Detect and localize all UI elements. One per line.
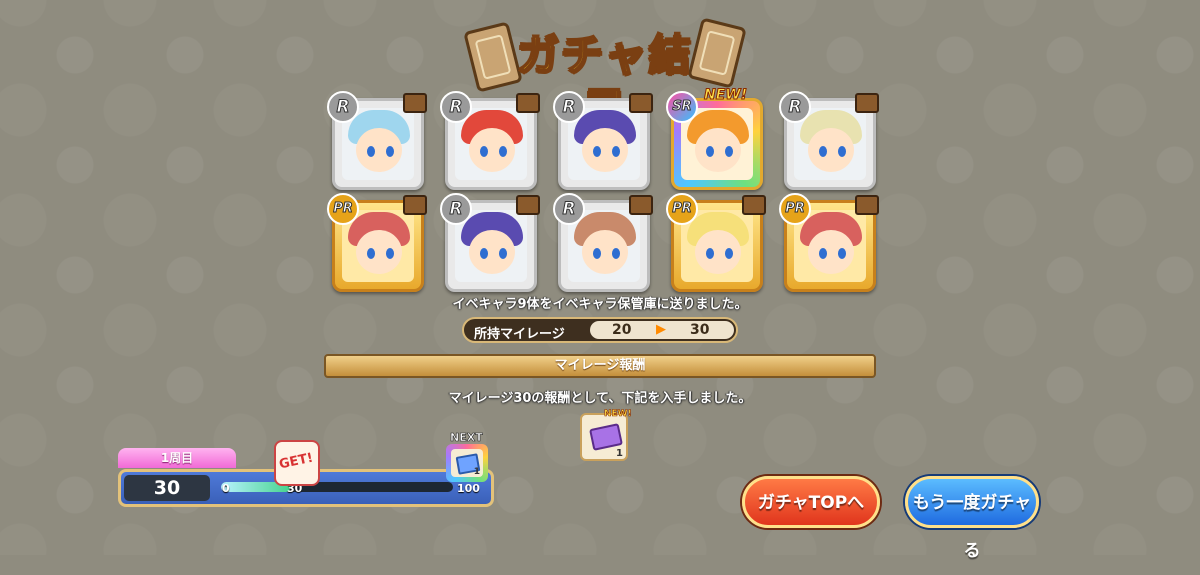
progress-track	[221, 482, 453, 492]
get-badge: GET!	[274, 440, 320, 486]
face-shape	[582, 230, 628, 274]
next-reward[interactable]: 1	[446, 444, 488, 482]
mileage-values: 20 ▶ 30	[590, 321, 734, 339]
face-shape	[356, 128, 402, 172]
eye-shape	[593, 146, 601, 157]
progress-count: 30	[124, 475, 210, 501]
tick-start: 0	[222, 482, 230, 495]
eye-shape	[706, 248, 714, 259]
eye-shape	[480, 146, 488, 157]
character-card[interactable]: PR	[327, 193, 427, 292]
eye-shape	[499, 146, 507, 157]
character-card[interactable]: R	[553, 193, 653, 292]
reward-item-count: 1	[616, 448, 623, 459]
storage-box-icon	[855, 195, 879, 215]
eye-shape	[499, 248, 507, 259]
storage-box-icon	[855, 93, 879, 113]
eye-shape	[725, 248, 733, 259]
rarity-badge: R	[440, 193, 472, 225]
eye-shape	[612, 146, 620, 157]
character-card[interactable]: PR	[666, 193, 766, 292]
storage-box-icon	[629, 195, 653, 215]
rarity-badge: PR	[327, 193, 359, 225]
storage-box-icon	[742, 195, 766, 215]
ticket-icon	[589, 423, 623, 451]
arrow-right-icon: ▶	[656, 322, 666, 337]
storage-box-icon	[629, 93, 653, 113]
eye-shape	[612, 248, 620, 259]
character-card[interactable]: R	[779, 91, 879, 190]
mileage-from: 20	[612, 322, 632, 338]
rarity-badge: R	[553, 91, 585, 123]
eye-shape	[593, 248, 601, 259]
character-card[interactable]: R	[553, 91, 653, 190]
rarity-badge: PR	[779, 193, 811, 225]
rarity-badge: R	[553, 193, 585, 225]
lap-tab: 1周目	[118, 448, 236, 468]
character-card[interactable]: R	[440, 193, 540, 292]
eye-shape	[819, 146, 827, 157]
storage-box-icon	[516, 195, 540, 215]
eye-shape	[480, 248, 488, 259]
rarity-badge: R	[327, 91, 359, 123]
storage-box-icon	[516, 93, 540, 113]
face-shape	[356, 230, 402, 274]
eye-shape	[386, 146, 394, 157]
tick-end: 100	[457, 482, 480, 495]
eye-shape	[838, 248, 846, 259]
character-card[interactable]: SR NEW!	[666, 87, 763, 190]
mileage-bar: 所持マイレージ 20 ▶ 30	[462, 317, 738, 343]
title-banner: ガチャ結果	[463, 17, 747, 134]
eye-shape	[706, 146, 714, 157]
sent-message: イベキャラ9体をイベキャラ保管庫に送りました。	[452, 297, 748, 312]
rarity-badge: SR	[666, 91, 698, 123]
reward-message: マイレージ30の報酬として、下記を入手しました。	[448, 391, 752, 406]
rarity-badge: PR	[666, 193, 698, 225]
storage-box-icon	[403, 93, 427, 113]
reward-new-badge: NEW!	[604, 409, 632, 420]
face-shape	[808, 128, 854, 172]
face-shape	[695, 128, 741, 172]
eye-shape	[367, 248, 375, 259]
eye-shape	[819, 248, 827, 259]
face-shape	[469, 230, 515, 274]
eye-shape	[367, 146, 375, 157]
character-card[interactable]: PR	[779, 193, 879, 292]
eye-shape	[725, 146, 733, 157]
reward-header: マイレージ報酬	[324, 354, 876, 378]
character-card[interactable]: R	[440, 91, 540, 190]
get-label: GET!	[277, 450, 315, 473]
face-shape	[582, 128, 628, 172]
eye-shape	[838, 146, 846, 157]
rarity-badge: R	[779, 91, 811, 123]
mileage-label: 所持マイレージ	[474, 327, 565, 342]
rarity-badge: R	[440, 91, 472, 123]
gacha-again-button[interactable]: もう一度ガチャる	[905, 476, 1039, 561]
page-title: ガチャ結果	[516, 29, 693, 134]
gacha-top-button[interactable]: ガチャTOPへ	[742, 476, 880, 528]
next-reward-count: 1	[473, 467, 480, 477]
face-shape	[808, 230, 854, 274]
new-badge: NEW!	[703, 87, 748, 104]
next-label: NEXT	[450, 431, 483, 445]
eye-shape	[386, 248, 394, 259]
storage-box-icon	[403, 195, 427, 215]
next-reward-frame: 1	[451, 449, 483, 477]
reward-item[interactable]: NEW! 1	[580, 409, 632, 461]
face-shape	[469, 128, 515, 172]
character-card[interactable]: R	[327, 91, 427, 190]
face-shape	[695, 230, 741, 274]
mileage-to: 30	[690, 322, 710, 338]
